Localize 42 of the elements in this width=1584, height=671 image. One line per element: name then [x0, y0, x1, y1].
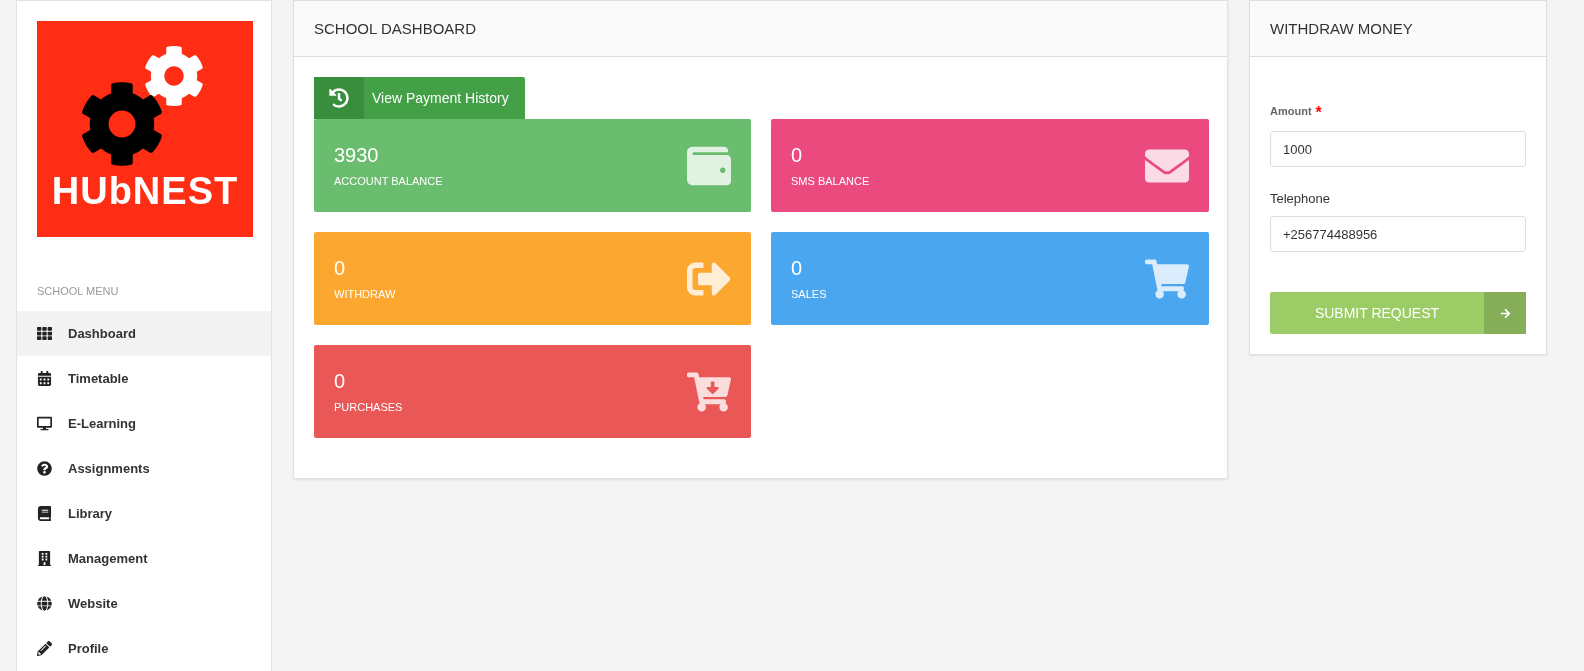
gear-icon — [79, 81, 165, 167]
required-mark: * — [1315, 105, 1322, 121]
menu-label: E-Learning — [68, 416, 136, 431]
stat-label: WITHDRAW — [334, 288, 396, 300]
panel-title: WITHDRAW MONEY — [1270, 20, 1413, 37]
books-icon — [37, 506, 52, 521]
menu-title: SCHOOL MENU — [37, 285, 120, 297]
stat-value: 3930 — [334, 144, 380, 167]
stat-label: ACCOUNT BALANCE — [334, 175, 443, 187]
monitor-icon — [37, 416, 52, 431]
stat-label: SALES — [791, 288, 827, 300]
cart-icon — [1145, 256, 1189, 301]
logo-text: HUbNEST — [51, 170, 239, 213]
gear-icon — [143, 45, 205, 107]
stat-label: SMS BALANCE — [791, 175, 870, 187]
field-label: Amount — [1270, 105, 1312, 117]
stat-value: 0 — [791, 257, 804, 280]
calendar-icon — [37, 371, 52, 386]
menu-label: Website — [68, 596, 118, 611]
cart-download-icon — [687, 369, 731, 414]
stat-label: PURCHASES — [334, 401, 403, 413]
question-icon — [37, 461, 52, 476]
menu-item[interactable]: Dashboard — [17, 311, 271, 356]
history-icon — [329, 88, 349, 108]
menu-label: Profile — [68, 641, 109, 656]
globe-icon — [37, 596, 52, 611]
menu-label: Timetable — [68, 371, 129, 386]
building-icon — [37, 551, 52, 566]
arrow-icon — [1499, 307, 1511, 319]
pencil-icon — [37, 641, 52, 656]
stat-value: 0 — [334, 257, 347, 280]
menu-label: Assignments — [68, 461, 150, 476]
stat-value: 0 — [334, 370, 347, 393]
panel-title: SCHOOL DASHBOARD — [314, 20, 476, 37]
input-field[interactable]: 1000 — [1270, 131, 1526, 167]
stat-value: 0 — [791, 144, 804, 167]
input-field[interactable]: +256774488956 — [1270, 216, 1526, 252]
menu-label: Library — [68, 506, 113, 521]
grid-icon — [37, 326, 52, 341]
menu-label: Management — [68, 551, 148, 566]
menu-label: Dashboard — [68, 326, 136, 341]
field-label: Telephone — [1270, 191, 1330, 206]
